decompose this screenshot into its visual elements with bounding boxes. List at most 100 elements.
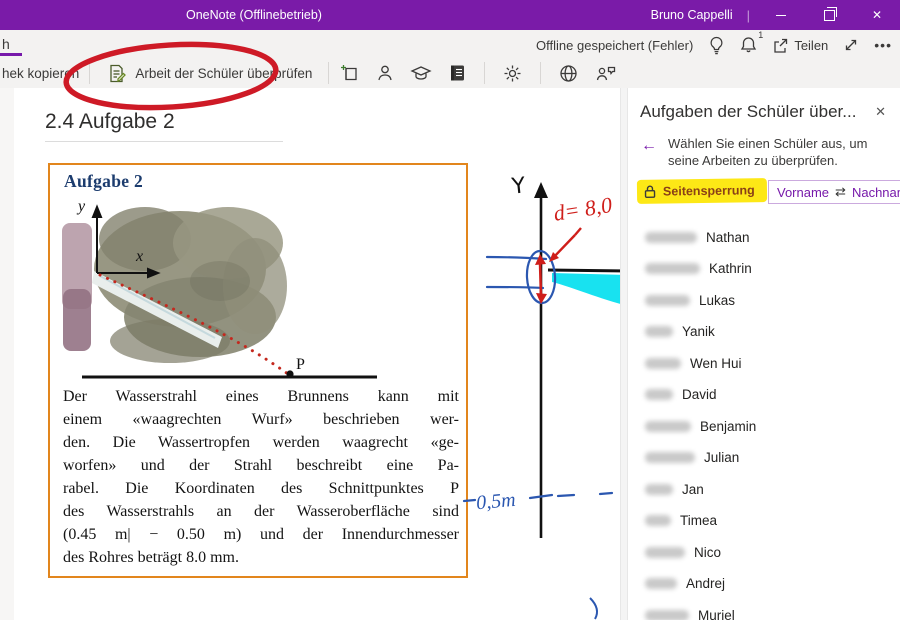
diameter-annotation: d= 8,0 xyxy=(552,192,614,226)
graduation-cap-icon[interactable] xyxy=(410,63,432,83)
task-text-line: den. Die Wassertropfen werden waagrecht … xyxy=(63,431,459,454)
student-first-name: Nico xyxy=(694,545,721,560)
titlebar-separator: | xyxy=(747,8,750,23)
student-first-name: Wen Hui xyxy=(690,356,742,371)
share-icon xyxy=(772,37,789,54)
redacted-surname xyxy=(645,358,681,369)
hand-drawn-diagram: Y d= 8,0 0,5m xyxy=(460,160,628,620)
redacted-surname xyxy=(645,578,677,589)
user-name[interactable]: Bruno Cappelli xyxy=(651,8,733,22)
task-text-line: Der Wasserstrahl eines Brunnens kann mit xyxy=(63,385,459,408)
lightbulb-button[interactable] xyxy=(708,36,725,55)
student-first-name: Lukas xyxy=(699,293,735,308)
review-pane: Aufgaben der Schüler über... ✕ ← Wählen … xyxy=(628,88,900,620)
point-p-label: P xyxy=(296,356,305,373)
title-bar: OneNote (Offlinebetrieb) Bruno Cappelli … xyxy=(0,0,900,30)
redacted-surname xyxy=(645,421,691,432)
page-title: 2.4 Aufgabe 2 xyxy=(45,110,175,134)
student-first-name: David xyxy=(682,387,717,402)
review-student-work-button[interactable]: Arbeit der Schüler überprüfen xyxy=(100,63,318,84)
student-row[interactable]: Nathan xyxy=(645,228,750,246)
task-heading: Aufgabe 2 xyxy=(64,171,143,192)
share-button[interactable]: Teilen xyxy=(772,37,828,54)
active-tab-indicator xyxy=(0,53,22,56)
toolbar-separator xyxy=(328,62,329,84)
student-first-name: Timea xyxy=(680,513,717,528)
vertical-scrollbar[interactable] xyxy=(620,88,628,620)
minimize-icon xyxy=(776,15,786,16)
gear-icon[interactable] xyxy=(502,63,523,84)
people-feedback-icon[interactable] xyxy=(594,63,617,83)
resize-diagonal-icon xyxy=(843,37,859,53)
notification-count-badge: 1 xyxy=(758,30,763,40)
student-first-name: Andrej xyxy=(686,576,725,591)
redacted-surname xyxy=(645,263,700,274)
student-row[interactable]: Benjamin xyxy=(645,417,756,435)
page-title-underline xyxy=(45,141,283,142)
task-text-line: worfen» und der Strahl beschreibt eine P… xyxy=(63,454,459,477)
person-icon[interactable] xyxy=(375,63,395,83)
student-row[interactable]: Kathrin xyxy=(645,260,752,278)
redacted-surname xyxy=(645,515,671,526)
copy-library-button-partial[interactable]: hek kopieren xyxy=(2,66,79,81)
sync-status: Offline gespeichert (Fehler) xyxy=(536,38,693,53)
student-row[interactable]: Lukas xyxy=(645,291,735,309)
figure-axis-x-label: x xyxy=(135,248,143,265)
share-label: Teilen xyxy=(794,38,828,53)
redacted-surname xyxy=(645,484,673,495)
lightbulb-icon xyxy=(708,36,725,55)
redacted-surname xyxy=(645,326,673,337)
globe-icon[interactable] xyxy=(558,63,579,84)
bell-icon xyxy=(740,36,757,54)
student-first-name: Nathan xyxy=(706,230,750,245)
close-button[interactable]: ✕ xyxy=(860,0,894,30)
student-row[interactable]: Nico xyxy=(645,543,721,561)
ribbon-tab-partial[interactable]: h xyxy=(2,36,10,52)
student-row[interactable]: David xyxy=(645,386,717,404)
student-row[interactable]: Wen Hui xyxy=(645,354,742,372)
redacted-surname xyxy=(645,610,689,620)
toolbar-separator xyxy=(540,62,541,84)
toolbar-separator xyxy=(89,62,90,84)
document-check-icon xyxy=(106,63,127,84)
student-row[interactable]: Julian xyxy=(645,449,739,467)
diagram-axis-label: Y xyxy=(510,173,528,199)
task-text-line: des Wasserstrahls an der Wasseroberfläch… xyxy=(63,500,459,523)
student-row[interactable]: Jan xyxy=(645,480,704,498)
restore-button[interactable] xyxy=(812,0,846,30)
student-first-name: Jan xyxy=(682,482,704,497)
close-icon: ✕ xyxy=(872,9,882,21)
task-box: Aufgabe 2 xyxy=(48,163,468,578)
student-list: Nathan Kathrin Lukas Yanik Wen Hui David Benja… xyxy=(628,88,900,620)
toolbar-separator xyxy=(484,62,485,84)
redacted-surname xyxy=(645,452,695,463)
minimize-button[interactable] xyxy=(764,0,798,30)
ribbon: h Offline gespeichert (Fehler) 1 Teilen xyxy=(0,30,900,88)
student-row[interactable]: Yanik xyxy=(645,323,715,341)
redacted-surname xyxy=(645,232,697,243)
redacted-surname xyxy=(645,547,685,558)
expand-button[interactable] xyxy=(843,37,859,53)
student-row[interactable]: Andrej xyxy=(645,575,725,593)
task-text-line: rabel. Die Koordinaten des Schnittpunkte… xyxy=(63,477,459,500)
restore-icon xyxy=(824,10,835,21)
redacted-surname xyxy=(645,295,690,306)
notifications-button[interactable]: 1 xyxy=(740,36,757,54)
figure-axis-y-label: y xyxy=(76,198,86,215)
student-first-name: Yanik xyxy=(682,324,715,339)
student-first-name: Benjamin xyxy=(700,419,756,434)
task-text-line: des Rohres beträgt 8.0 mm. xyxy=(63,546,459,569)
student-first-name: Muriel xyxy=(698,608,735,620)
redacted-surname xyxy=(645,389,673,400)
task-text-line: (0.45 m| − 0.50 m) und der Innendurchmes… xyxy=(63,523,459,546)
notebook-icon[interactable] xyxy=(447,63,467,83)
student-first-name: Julian xyxy=(704,450,739,465)
page-left-margin xyxy=(0,88,15,620)
student-row[interactable]: Timea xyxy=(645,512,717,530)
watercolor-figure: y x P xyxy=(50,191,470,383)
add-page-icon[interactable] xyxy=(339,63,360,84)
more-options-button[interactable]: ••• xyxy=(874,37,892,53)
task-body-text: Der Wasserstrahl eines Brunnens kann mit… xyxy=(63,385,459,569)
task-text-line: einem «waagrechten Wurf» beschrieben wer… xyxy=(63,408,459,431)
student-row[interactable]: Muriel xyxy=(645,606,735,620)
